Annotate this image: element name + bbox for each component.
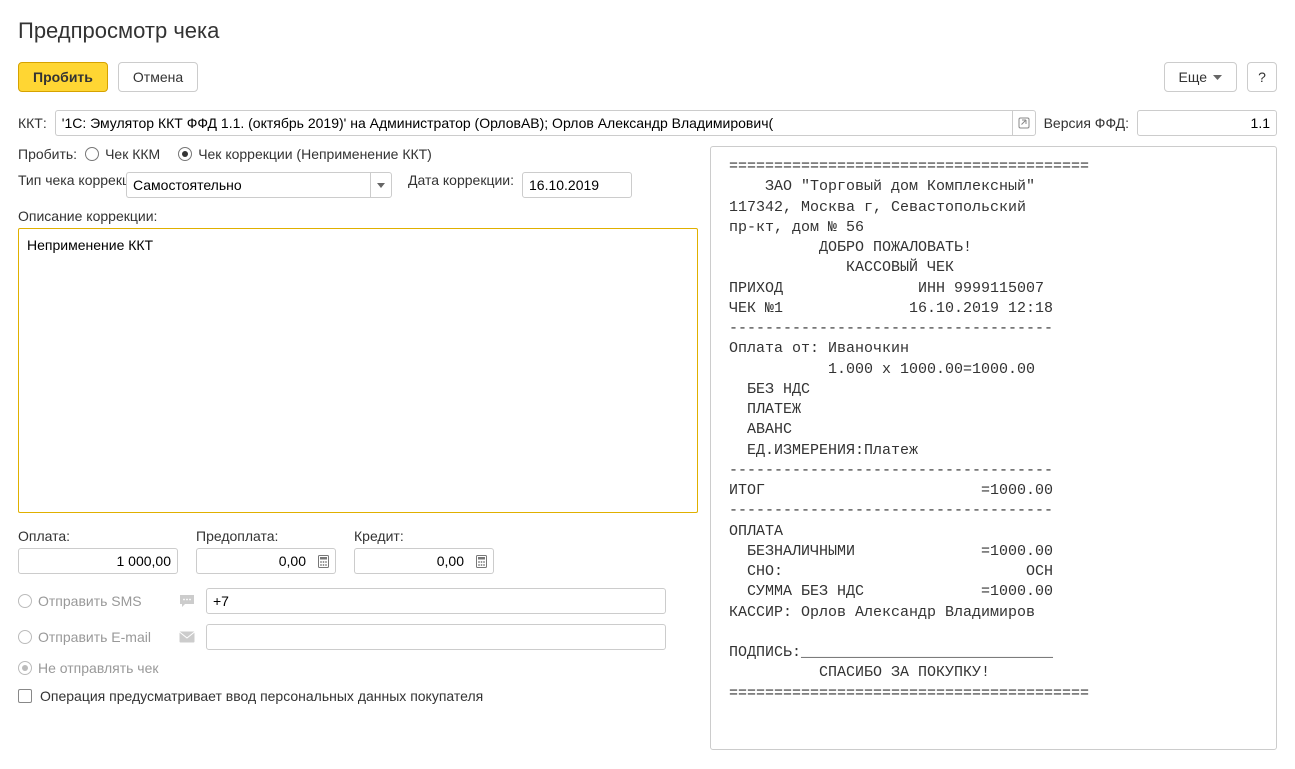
email-icon bbox=[178, 630, 196, 644]
receipt-preview-pane: ========================================… bbox=[710, 146, 1277, 750]
punch-button[interactable]: Пробить bbox=[18, 62, 108, 92]
radio-send-sms-label: Отправить SMS bbox=[38, 593, 142, 609]
correction-type-dropdown-button[interactable] bbox=[370, 172, 392, 198]
radio-correction[interactable]: Чек коррекции (Неприменение ККТ) bbox=[178, 146, 432, 162]
kkt-input[interactable] bbox=[55, 110, 1036, 136]
pay-field[interactable] bbox=[18, 548, 178, 574]
correction-desc-textarea[interactable]: Неприменение ККТ bbox=[18, 228, 698, 513]
calculator-icon bbox=[476, 555, 487, 568]
prepay-label: Предоплата: bbox=[196, 528, 336, 544]
punch-type-label: Пробить: bbox=[18, 146, 77, 162]
correction-type-field[interactable] bbox=[126, 172, 370, 198]
cancel-button[interactable]: Отмена bbox=[118, 62, 198, 92]
radio-send-email: Отправить E-mail bbox=[18, 629, 168, 645]
more-button-label: Еще bbox=[1179, 69, 1208, 85]
receipt-text: ========================================… bbox=[729, 157, 1268, 716]
email-field[interactable] bbox=[206, 624, 666, 650]
credit-field[interactable] bbox=[354, 548, 470, 574]
radio-send-none-label: Не отправлять чек bbox=[38, 660, 159, 676]
radio-send-none: Не отправлять чек bbox=[18, 660, 159, 676]
radio-send-email-label: Отправить E-mail bbox=[38, 629, 151, 645]
radio-send-sms: Отправить SMS bbox=[18, 593, 168, 609]
correction-desc-label: Описание коррекции: bbox=[18, 208, 157, 224]
ffd-version-field[interactable] bbox=[1137, 110, 1277, 136]
personal-label: Операция предусматривает ввод персональн… bbox=[40, 688, 483, 704]
radio-kkm[interactable]: Чек ККМ bbox=[85, 146, 160, 162]
page-title: Предпросмотр чека bbox=[18, 18, 1277, 44]
toolbar: Пробить Отмена Еще ? bbox=[18, 62, 1277, 92]
personal-checkbox[interactable] bbox=[18, 689, 32, 703]
calculator-icon bbox=[318, 555, 329, 568]
punch-type-row: Пробить: Чек ККМ Чек коррекции (Непримен… bbox=[18, 146, 698, 162]
correction-date-field[interactable] bbox=[522, 172, 632, 198]
kkt-open-button[interactable] bbox=[1012, 110, 1036, 136]
pay-label: Оплата: bbox=[18, 528, 178, 544]
prepay-calc-button[interactable] bbox=[312, 548, 336, 574]
sms-icon bbox=[178, 594, 196, 608]
kkt-label: ККТ: bbox=[18, 115, 47, 131]
receipt-scroll[interactable]: ========================================… bbox=[729, 157, 1268, 741]
credit-label: Кредит: bbox=[354, 528, 494, 544]
kkt-row: ККТ: Версия ФФД: bbox=[18, 110, 1277, 136]
radio-correction-label: Чек коррекции (Неприменение ККТ) bbox=[198, 146, 432, 162]
sms-field[interactable] bbox=[206, 588, 666, 614]
correction-type-label: Тип чека коррекции: bbox=[18, 172, 118, 190]
kkt-field[interactable] bbox=[55, 110, 1012, 136]
more-button[interactable]: Еще bbox=[1164, 62, 1238, 92]
open-icon bbox=[1018, 117, 1030, 129]
help-button[interactable]: ? bbox=[1247, 62, 1277, 92]
correction-type-select[interactable] bbox=[126, 172, 392, 198]
chevron-down-icon bbox=[1213, 75, 1222, 80]
prepay-field[interactable] bbox=[196, 548, 312, 574]
correction-type-row: Тип чека коррекции: Дата коррекции: bbox=[18, 172, 698, 198]
ffd-version-label: Версия ФФД: bbox=[1044, 115, 1129, 131]
credit-calc-button[interactable] bbox=[470, 548, 494, 574]
correction-date-label: Дата коррекции: bbox=[408, 172, 514, 188]
radio-kkm-label: Чек ККМ bbox=[105, 146, 160, 162]
chevron-down-icon bbox=[377, 183, 385, 188]
